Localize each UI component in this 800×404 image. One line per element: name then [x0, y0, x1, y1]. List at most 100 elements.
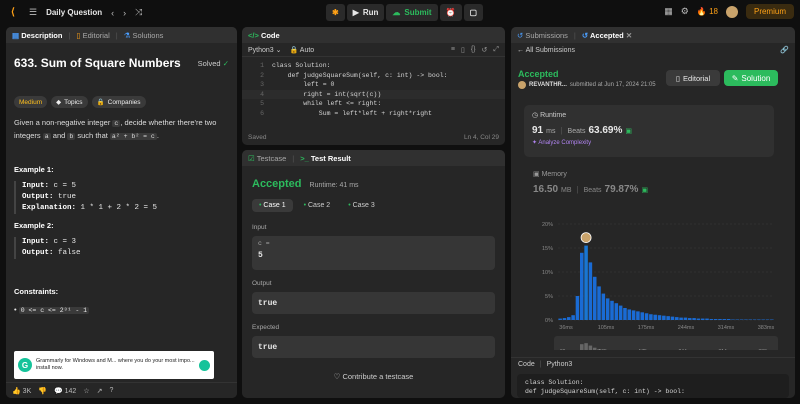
tab-submissions[interactable]: ↺ Submissions [517, 31, 568, 40]
example-1: Input: c = 5 Output: true Explanation: 1… [14, 181, 229, 214]
runtime-card[interactable]: ◷ Runtime 91 ms | Beats 63.69% ▣ ✦ Analy… [524, 105, 774, 157]
tab-solutions[interactable]: ⚗ Solutions [124, 31, 164, 40]
memory-header: ▣ Memory [533, 170, 567, 178]
case-1-tab[interactable]: • Case 1 [252, 199, 293, 212]
overview-bar [588, 345, 593, 350]
submitted-code[interactable]: class Solution: def judgeSquareSum(self,… [517, 374, 789, 398]
code-line: 5 while left <= right: [242, 99, 505, 109]
line-number: 1 [260, 62, 264, 69]
tab-accepted[interactable]: ↺ Accepted ✕ [582, 31, 632, 40]
submit-button[interactable]: ☁ Submit [386, 4, 438, 21]
chart-bar [718, 319, 722, 320]
chart-bar [709, 319, 714, 320]
output-label: Output [252, 280, 272, 287]
format-icon[interactable]: ≡ [451, 46, 455, 54]
notes-button[interactable]: ▢ [463, 4, 484, 21]
tab-editorial-label: Editorial [82, 30, 110, 40]
share-icon[interactable]: ↗ [97, 387, 103, 395]
runtime-unit: ms [546, 128, 556, 135]
link-icon[interactable]: 🔗 [780, 46, 789, 54]
editorial-button[interactable]: ▯ Editorial [666, 70, 720, 86]
desc-var-b: b [67, 133, 76, 140]
topics-chip[interactable]: ◆ Topics [51, 96, 88, 108]
user-avatar[interactable] [518, 81, 526, 89]
ad-text: Grammarly for Windows and M... where you… [36, 358, 195, 371]
result-status: Accepted [252, 178, 302, 190]
code-section-label: Code [518, 361, 535, 368]
tab-code[interactable]: </> Code [248, 31, 280, 40]
runtime-beats: 63.69% [588, 125, 623, 136]
auto-toggle[interactable]: 🔒 Auto [290, 46, 315, 54]
analyze-complexity-link[interactable]: ✦ Analyze Complexity [532, 139, 766, 146]
chevron-right-icon[interactable]: › [123, 8, 126, 18]
avatar[interactable] [725, 5, 738, 18]
desc-text-1: Given a non-negative integer [14, 118, 111, 127]
check-circle-icon: ✓ [222, 58, 229, 68]
leetcode-badge-icon: ▣ [625, 128, 632, 135]
chart-bar [631, 310, 636, 320]
like-button[interactable]: 👍 3K [12, 387, 31, 395]
leetcode-logo[interactable]: ⟨ [6, 6, 20, 20]
chart-bar [688, 318, 692, 320]
tab-editorial[interactable]: ▯ Editorial [76, 31, 109, 40]
case-2-tab[interactable]: • Case 2 [297, 199, 338, 212]
language-select[interactable]: Python3 ⌄ [248, 46, 282, 54]
chart-bar [627, 309, 632, 320]
tab-submissions-label: Submissions [525, 30, 568, 40]
help-icon[interactable]: ? [109, 387, 113, 394]
timer-button[interactable]: ⏰ [439, 4, 462, 21]
bookmark-icon[interactable]: ▯ [461, 46, 465, 54]
runtime-distribution-chart[interactable]: 20% 15% 10% 5% 0% 36ms 105ms 175ms 244ms 314ms 383… [524, 212, 784, 350]
chart-bar [653, 314, 657, 320]
chart-bar [610, 300, 614, 320]
description-panel: ▤ Description | ▯ Editorial | ⚗ Solution… [6, 27, 237, 398]
memory-stats[interactable]: 16.50 MB | Beats 79.87% ▣ [533, 184, 648, 195]
x-tick-label: 314ms [718, 325, 735, 331]
layout-icon[interactable]: ▦ [664, 6, 673, 17]
chart-bar [601, 293, 606, 320]
close-icon[interactable]: ✕ [626, 31, 632, 40]
tab-test-result[interactable]: >_ Test Result [300, 154, 351, 163]
reset-icon[interactable]: ↺ [482, 46, 488, 54]
chart-bar [618, 305, 623, 320]
chart-bar [605, 298, 610, 320]
chart-bar [692, 318, 696, 320]
streak-counter[interactable]: 🔥 18 [697, 7, 718, 16]
tab-testcase[interactable]: ☑ Testcase [248, 154, 286, 163]
tag-icon: ◆ [56, 99, 62, 106]
contribute-testcase-link[interactable]: ♡ Contribute a testcase [242, 372, 505, 381]
history-icon: ↺ [517, 30, 524, 40]
expand-icon[interactable]: ⤢ [493, 46, 499, 54]
chart-bar [666, 316, 670, 320]
debug-button[interactable]: ✱ [326, 4, 345, 21]
code-panel: </> Code Python3 ⌄ 🔒 Auto ≡ ▯ {} ↺ ⤢ 1 cl… [242, 27, 505, 145]
list-icon[interactable]: ☰ [29, 7, 37, 18]
ad-banner[interactable]: G Grammarly for Windows and M... where y… [14, 351, 214, 379]
chart-bar [575, 296, 580, 320]
bug-icon: ✱ [332, 8, 339, 17]
premium-button[interactable]: Premium [745, 4, 794, 19]
tab-description[interactable]: ▤ Description [12, 31, 62, 40]
solution-button[interactable]: ✎ Solution [724, 70, 778, 86]
thumbs-up-icon: 👍 [12, 387, 21, 395]
case-3-tab[interactable]: • Case 3 [341, 199, 382, 212]
tab-code-label: Code [260, 30, 280, 40]
chevron-left-icon[interactable]: ‹ [111, 8, 114, 18]
comment-button[interactable]: 💬 142 [54, 387, 76, 395]
line-text: def judgeSquareSum(self, c: int) -> bool… [272, 71, 448, 79]
code-editor[interactable]: 1 class Solution: 2 def judgeSquareSum(sel… [242, 57, 505, 122]
companies-chip[interactable]: 🔒 Companies [91, 96, 146, 108]
shuffle-icon[interactable]: ⤨ [135, 7, 142, 18]
line-text: left = 0 [272, 81, 335, 88]
ex2-output-label: Output: [22, 249, 54, 257]
run-button[interactable]: ▶ Run [346, 4, 385, 21]
username[interactable]: REVANTHR... [529, 82, 567, 88]
thumbs-down-icon[interactable]: 👎 [38, 387, 47, 395]
beats-label: Beats [567, 128, 586, 135]
back-link[interactable]: ← All Submissions [517, 47, 575, 54]
star-icon[interactable]: ☆ [83, 387, 89, 395]
problem-list-title[interactable]: Daily Question [46, 8, 102, 17]
difficulty-badge[interactable]: Medium [14, 96, 48, 108]
gear-icon[interactable]: ⚙ [681, 6, 689, 17]
braces-icon[interactable]: {} [471, 46, 476, 54]
